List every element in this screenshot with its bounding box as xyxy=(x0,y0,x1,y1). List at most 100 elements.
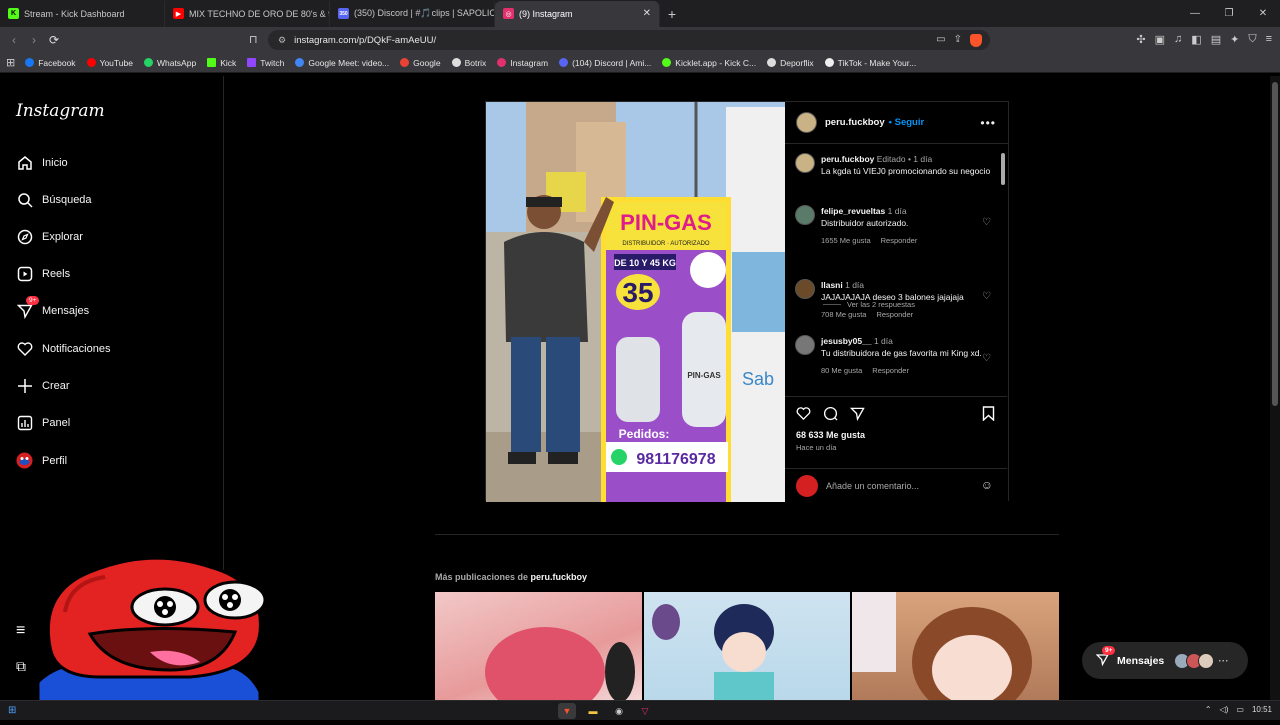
like-comment-icon[interactable]: ♡ xyxy=(982,217,991,228)
cast-icon[interactable]: ▭ xyxy=(936,34,945,47)
new-tab-button[interactable]: + xyxy=(660,6,684,22)
messages-floating-button[interactable]: 9+ Mensajes ··· xyxy=(1082,642,1248,679)
commenter-username[interactable]: llasni xyxy=(821,280,843,290)
instagram-logo[interactable]: Instagram xyxy=(16,101,105,121)
file-explorer-icon[interactable]: ▬ xyxy=(584,703,602,719)
tab-instagram[interactable]: ◎ (9) Instagram ✕ xyxy=(495,0,660,27)
post-options-icon[interactable]: ••• xyxy=(980,116,996,130)
comments-scroll-thumb[interactable] xyxy=(1001,153,1005,185)
vpn-icon[interactable]: ⛉ xyxy=(1248,33,1256,46)
obs-icon[interactable]: ◉ xyxy=(610,703,628,719)
brave-taskbar-icon[interactable]: ▼ xyxy=(558,703,576,719)
nav-notificaciones[interactable]: Notificaciones xyxy=(16,340,110,357)
restore-button[interactable]: ❐ xyxy=(1212,0,1246,27)
commenter-username[interactable]: jesusby05__ xyxy=(821,336,872,346)
nav-perfil[interactable]: Perfil xyxy=(16,452,67,469)
bookmark-google-meet[interactable]: Google Meet: video... xyxy=(295,58,389,68)
author-username[interactable]: peru.fuckboy xyxy=(825,117,885,128)
share-icon[interactable] xyxy=(849,406,865,424)
minimize-button[interactable]: — xyxy=(1178,0,1212,27)
reply-button[interactable]: Responder xyxy=(876,310,913,319)
commenter-avatar[interactable] xyxy=(795,335,815,355)
bookmark-twitch[interactable]: Twitch xyxy=(247,58,284,68)
close-window-button[interactable]: ✕ xyxy=(1246,0,1280,27)
bookmark-kicklet[interactable]: Kicklet.app - Kick C... xyxy=(662,58,756,68)
like-comment-icon[interactable]: ♡ xyxy=(982,291,991,302)
also-from-meta-icon[interactable]: ⧉ xyxy=(16,658,26,675)
site-info-icon[interactable]: ⚙ xyxy=(278,35,286,46)
bookmark-facebook[interactable]: Facebook xyxy=(25,58,76,68)
like-comment-icon[interactable]: ♡ xyxy=(982,353,991,364)
reload-button[interactable]: ⟳ xyxy=(44,33,64,47)
post-thumbnail[interactable] xyxy=(643,592,851,700)
commenter-username[interactable]: felipe_revueltas xyxy=(821,206,885,216)
clock[interactable]: 10:51 xyxy=(1252,705,1272,714)
comments-scrollbar[interactable] xyxy=(1000,147,1006,392)
extensions-icon[interactable]: ✣ xyxy=(1136,33,1145,46)
bookmark-deporflix[interactable]: Deporflix xyxy=(767,58,814,68)
share-icon[interactable]: ⇪ xyxy=(954,34,962,47)
apps-grid-icon[interactable]: ⊞ xyxy=(6,56,15,69)
app-taskbar-icon[interactable]: ▽ xyxy=(636,703,654,719)
windows-start-icon[interactable]: ⊞ xyxy=(8,705,16,716)
tab-discord[interactable]: 350 (350) Discord | #🎵clips | SAPOLIO xyxy=(330,0,495,27)
bookmark-whatsapp[interactable]: WhatsApp xyxy=(143,58,196,68)
tab-youtube-mix[interactable]: ▶ MIX TECHNO DE ORO DE 80's & 90's xyxy=(165,0,330,27)
reply-button[interactable]: Responder xyxy=(881,236,918,245)
save-bookmark-icon[interactable] xyxy=(982,406,995,424)
caption-username[interactable]: peru.fuckboy xyxy=(821,154,874,164)
post-thumbnail[interactable] xyxy=(852,592,1060,700)
page-scrollbar[interactable] xyxy=(1270,76,1280,700)
commenter-avatar[interactable] xyxy=(795,205,815,225)
follow-button[interactable]: • Seguir xyxy=(889,117,925,128)
commenter-avatar[interactable] xyxy=(795,279,815,299)
nav-mensajes[interactable]: 9+ Mensajes xyxy=(16,296,89,319)
nav-explorar[interactable]: Explorar xyxy=(16,228,83,245)
post-image[interactable]: PIN-GAS DISTRIBUIDOR · AUTORIZADO DE 10 … xyxy=(486,102,785,502)
wallet2-icon[interactable]: ▤ xyxy=(1211,33,1221,46)
nav-busqueda[interactable]: Búsqueda xyxy=(16,191,92,208)
bookmark-instagram[interactable]: Instagram xyxy=(497,58,548,68)
close-tab-icon[interactable]: ✕ xyxy=(643,8,651,19)
caption-avatar[interactable] xyxy=(795,153,815,173)
tab-kick-dashboard[interactable]: K Stream - Kick Dashboard xyxy=(0,0,165,27)
tray-chevron-icon[interactable]: ⌃ xyxy=(1205,705,1212,714)
comment-likes[interactable]: 708 Me gusta xyxy=(821,310,866,319)
emoji-icon[interactable]: ☺ xyxy=(981,478,993,492)
more-menu-icon[interactable]: ≡ xyxy=(16,622,25,640)
bookmark-google[interactable]: Google xyxy=(400,58,441,68)
comment-icon[interactable] xyxy=(823,406,838,424)
forward-button[interactable]: › xyxy=(24,33,44,47)
bookmark-tiktok[interactable]: TikTok - Make Your... xyxy=(824,58,916,68)
page-scroll-thumb[interactable] xyxy=(1272,82,1278,406)
nav-panel[interactable]: Panel xyxy=(16,414,70,431)
comment-likes[interactable]: 80 Me gusta xyxy=(821,366,862,375)
sidebar-toggle-icon[interactable]: ◧ xyxy=(1191,33,1201,46)
reply-button[interactable]: Responder xyxy=(872,366,909,375)
network-icon[interactable]: ▭ xyxy=(1236,705,1244,714)
browser-window: K Stream - Kick Dashboard ▶ MIX TECHNO D… xyxy=(0,0,1280,722)
more-posts-username[interactable]: peru.fuckboy xyxy=(531,572,588,582)
bookmark-kick[interactable]: Kick xyxy=(207,58,236,68)
bookmark-youtube[interactable]: YouTube xyxy=(86,58,133,68)
menu-icon[interactable]: ≡ xyxy=(1266,33,1272,46)
leo-ai-icon[interactable]: ✦ xyxy=(1230,33,1239,46)
bookmark-discord[interactable]: (104) Discord | Ami... xyxy=(559,58,651,68)
comment-input[interactable]: Añade un comentario... xyxy=(826,481,919,491)
like-icon[interactable] xyxy=(796,406,811,424)
post-thumbnail[interactable] xyxy=(435,592,642,700)
likes-count[interactable]: 68 633 Me gusta xyxy=(796,430,1007,440)
volume-icon[interactable]: ◁) xyxy=(1220,705,1229,714)
music-icon[interactable]: ♫ xyxy=(1174,33,1182,46)
nav-crear[interactable]: Crear xyxy=(16,377,70,394)
author-avatar[interactable] xyxy=(796,112,817,133)
bookmark-botrix[interactable]: Botrix xyxy=(451,58,486,68)
wallet-icon[interactable]: ▣ xyxy=(1155,33,1165,46)
back-button[interactable]: ‹ xyxy=(4,33,24,47)
nav-reels[interactable]: Reels xyxy=(16,265,70,282)
comment-likes[interactable]: 1655 Me gusta xyxy=(821,236,871,245)
bookmark-page-icon[interactable]: ⊓ xyxy=(249,33,258,46)
nav-inicio[interactable]: Inicio xyxy=(16,154,68,171)
address-bar[interactable]: ⚙ instagram.com/p/DQkF-amAeUU/ ▭ ⇪ xyxy=(268,30,990,50)
brave-shields-icon[interactable] xyxy=(970,34,982,47)
